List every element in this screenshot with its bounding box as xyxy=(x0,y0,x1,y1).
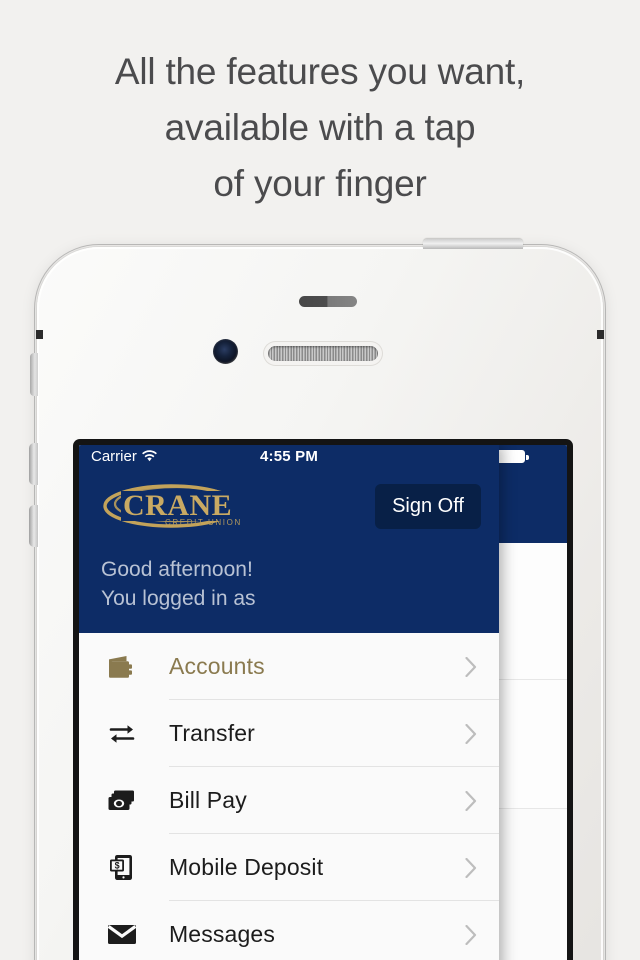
phone-screen: NON $0. Balanc NON $0. Balanc Carrier xyxy=(79,445,567,960)
front-camera xyxy=(213,339,238,364)
battery-icon xyxy=(496,450,529,463)
screen-bezel: NON $0. Balanc NON $0. Balanc Carrier xyxy=(73,439,573,960)
envelope-icon xyxy=(105,924,139,945)
sign-off-button[interactable]: Sign Off xyxy=(375,483,481,529)
page-title: All the features you want, available wit… xyxy=(0,44,640,212)
menu-item-mobile-deposit[interactable]: $ Mobile Deposit xyxy=(79,834,499,901)
main-menu-list: Accounts Transfer Bill Pay $ Mobile Depo… xyxy=(79,633,499,960)
status-bar: Carrier 4:55 PM xyxy=(79,445,499,467)
volume-down-button[interactable] xyxy=(29,505,38,547)
menu-item-messages[interactable]: Messages xyxy=(79,901,499,960)
svg-text:$: $ xyxy=(115,861,120,871)
app-bar: CRANE CREDIT UNION Sign Off xyxy=(79,467,499,545)
menu-item-label: Transfer xyxy=(169,720,255,746)
earpiece-speaker xyxy=(268,346,378,361)
mobile-check-icon: $ xyxy=(105,854,139,881)
mute-switch[interactable] xyxy=(30,353,38,396)
chevron-right-icon xyxy=(465,790,477,811)
greeting-line-2: You logged in as xyxy=(101,587,256,610)
headline-line-3: of your finger xyxy=(213,163,427,204)
transfer-arrows-icon xyxy=(105,723,139,745)
menu-item-label: Mobile Deposit xyxy=(169,854,324,880)
menu-item-label: Accounts xyxy=(169,653,265,679)
headline-line-2: available with a tap xyxy=(164,107,476,148)
chevron-right-icon xyxy=(465,656,477,677)
menu-item-label: Bill Pay xyxy=(169,787,247,813)
menu-item-transfer[interactable]: Transfer xyxy=(79,700,499,767)
headline-line-1: All the features you want, xyxy=(114,51,526,92)
antenna-band-left xyxy=(36,330,43,339)
crane-credit-union-logo: CRANE CREDIT UNION xyxy=(103,484,242,528)
main-menu-panel: Carrier 4:55 PM CRANE CREDIT UNION Sign … xyxy=(79,445,499,960)
antenna-band-right xyxy=(597,330,604,339)
greeting-line-1: Good afternoon! xyxy=(101,558,253,581)
cash-bills-icon xyxy=(105,789,139,813)
volume-up-button[interactable] xyxy=(29,443,38,485)
smartphone-device: NON $0. Balanc NON $0. Balanc Carrier xyxy=(29,239,606,960)
power-button[interactable] xyxy=(423,239,523,249)
menu-item-bill-pay[interactable]: Bill Pay xyxy=(79,767,499,834)
svg-text:CREDIT UNION: CREDIT UNION xyxy=(165,518,242,527)
menu-item-label: Messages xyxy=(169,921,276,947)
chevron-right-icon xyxy=(465,723,477,744)
menu-item-accounts[interactable]: Accounts xyxy=(79,633,499,700)
wallet-icon xyxy=(105,655,139,679)
greeting-block: Good afternoon! You logged in as xyxy=(79,545,499,633)
proximity-sensor xyxy=(299,296,357,307)
status-bar-time: 4:55 PM xyxy=(259,447,319,465)
chevron-right-icon xyxy=(465,857,477,878)
chevron-right-icon xyxy=(465,924,477,945)
